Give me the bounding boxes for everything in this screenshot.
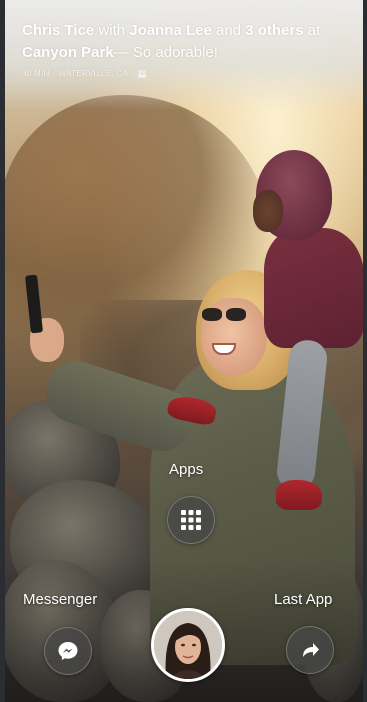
author-name[interactable]: Chris Tice: [22, 22, 94, 39]
story-meta: 30 MIN · WATERVILLE, CA ·: [22, 69, 352, 78]
and-text: and: [216, 22, 242, 39]
story-caption: — So adorable!: [113, 44, 218, 61]
meta-separator: ·: [130, 69, 134, 78]
messenger-button[interactable]: [44, 627, 92, 675]
messenger-bubble-icon: [58, 642, 78, 660]
with-text: with: [98, 22, 126, 39]
last-app-label: Last App: [274, 591, 333, 608]
story-title: Chris Tice with Joanna Lee and 3 others …: [22, 20, 352, 64]
lock-screen: Chris Tice with Joanna Lee and 3 others …: [0, 0, 367, 702]
profile-avatar: [154, 611, 222, 679]
messenger-label: Messenger: [23, 591, 98, 608]
profile-avatar-button[interactable]: [151, 608, 225, 682]
people-icon: [137, 69, 147, 78]
others-count[interactable]: 3 others: [245, 22, 303, 39]
story-header[interactable]: Chris Tice with Joanna Lee and 3 others …: [22, 20, 352, 78]
meta-location: WATERVILLE, CA: [58, 69, 128, 78]
grid-icon: [181, 510, 201, 530]
place-name[interactable]: Canyon Park: [22, 44, 114, 61]
tagged-name[interactable]: Joanna Lee: [129, 22, 212, 39]
meta-time: 30 MIN: [22, 69, 50, 78]
at-text: at: [307, 22, 321, 39]
last-app-button[interactable]: [286, 626, 334, 674]
curved-arrow-icon: [303, 643, 319, 657]
apps-button[interactable]: [167, 496, 215, 544]
meta-separator: ·: [52, 69, 56, 78]
apps-label: Apps: [169, 461, 204, 478]
